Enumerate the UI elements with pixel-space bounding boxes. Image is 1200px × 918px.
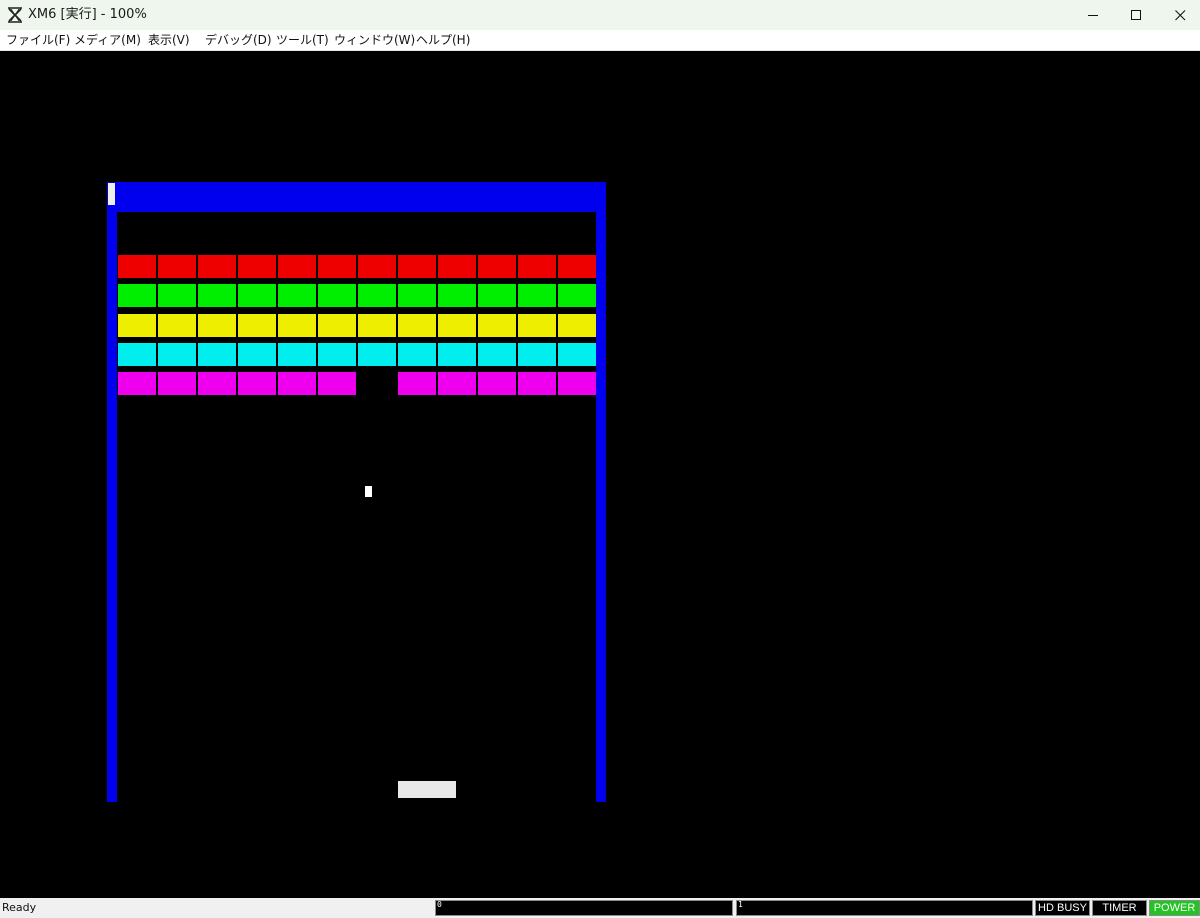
- status-panel-1-label: 1: [738, 900, 743, 909]
- minimize-button[interactable]: [1070, 0, 1116, 30]
- brick: [478, 343, 516, 366]
- brick: [278, 284, 316, 307]
- brick: [358, 284, 396, 307]
- emulator-screen[interactable]: [0, 51, 1200, 898]
- brick: [198, 314, 236, 337]
- brick: [158, 314, 196, 337]
- brick: [198, 284, 236, 307]
- status-panel-0: 0: [435, 900, 733, 916]
- brick: [478, 372, 516, 395]
- brick: [478, 284, 516, 307]
- brick: [558, 343, 596, 366]
- brick: [438, 372, 476, 395]
- brick: [118, 343, 156, 366]
- brick: [518, 372, 556, 395]
- brick: [118, 255, 156, 278]
- menu-window[interactable]: ウィンドウ(W): [334, 32, 415, 49]
- brick: [438, 343, 476, 366]
- brick: [558, 314, 596, 337]
- brick: [238, 284, 276, 307]
- timer-indicator: TIMER: [1092, 900, 1147, 916]
- menu-file[interactable]: ファイル(F): [6, 32, 70, 49]
- brick: [398, 343, 436, 366]
- brick: [118, 372, 156, 395]
- brick: [438, 255, 476, 278]
- wall-top: [107, 182, 606, 212]
- brick: [558, 255, 596, 278]
- brick: [358, 343, 396, 366]
- brick: [518, 284, 556, 307]
- menu-bar: ファイル(F) メディア(M) 表示(V) デバッグ(D) ツール(T) ウィン…: [0, 30, 1200, 51]
- brick: [198, 372, 236, 395]
- brick: [398, 314, 436, 337]
- brick: [158, 284, 196, 307]
- brick: [318, 284, 356, 307]
- brick: [518, 255, 556, 278]
- brick: [518, 314, 556, 337]
- brick: [238, 314, 276, 337]
- window-title: XM6 [実行] - 100%: [28, 7, 147, 22]
- menu-media[interactable]: メディア(M): [74, 32, 141, 49]
- brick: [318, 372, 356, 395]
- brick: [278, 314, 316, 337]
- brick: [318, 255, 356, 278]
- brick: [358, 314, 396, 337]
- brick: [198, 343, 236, 366]
- score-marker: [108, 183, 115, 205]
- brick: [398, 255, 436, 278]
- hd-busy-indicator: HD BUSY: [1035, 900, 1090, 916]
- status-panel-1: 1: [736, 900, 1033, 916]
- menu-help[interactable]: ヘルプ(H): [416, 32, 470, 49]
- brick: [238, 343, 276, 366]
- brick: [478, 314, 516, 337]
- brick: [558, 284, 596, 307]
- brick: [278, 343, 316, 366]
- status-panel-0-label: 0: [437, 900, 442, 909]
- xm6-logo-icon[interactable]: [6, 6, 24, 24]
- menu-view[interactable]: 表示(V): [148, 32, 190, 49]
- close-icon: [1175, 10, 1186, 21]
- status-ready-text: Ready: [2, 901, 37, 914]
- brick: [118, 314, 156, 337]
- power-indicator: POWER: [1149, 900, 1200, 916]
- brick: [398, 372, 436, 395]
- wall-right: [596, 182, 606, 802]
- ball: [365, 486, 372, 497]
- brick: [278, 372, 316, 395]
- brick: [158, 343, 196, 366]
- title-bar[interactable]: XM6 [実行] - 100%: [0, 0, 1200, 30]
- brick: [358, 255, 396, 278]
- brick: [438, 314, 476, 337]
- brick: [198, 255, 236, 278]
- brick: [398, 284, 436, 307]
- brick: [318, 343, 356, 366]
- brick: [318, 314, 356, 337]
- menu-debug[interactable]: デバッグ(D): [205, 32, 272, 49]
- minimize-icon: [1088, 15, 1098, 16]
- menu-tools[interactable]: ツール(T): [276, 32, 329, 49]
- wall-left: [107, 182, 117, 802]
- brick: [478, 255, 516, 278]
- paddle: [398, 781, 456, 798]
- brick: [278, 255, 316, 278]
- brick: [518, 343, 556, 366]
- status-bar: Ready 0 1 HD BUSY TIMER POWER: [0, 898, 1200, 918]
- maximize-button[interactable]: [1113, 0, 1159, 30]
- close-button[interactable]: [1157, 0, 1200, 30]
- brick: [118, 284, 156, 307]
- brick: [558, 372, 596, 395]
- maximize-icon: [1131, 10, 1141, 20]
- brick: [238, 255, 276, 278]
- brick: [438, 284, 476, 307]
- brick: [238, 372, 276, 395]
- brick: [158, 372, 196, 395]
- brick: [158, 255, 196, 278]
